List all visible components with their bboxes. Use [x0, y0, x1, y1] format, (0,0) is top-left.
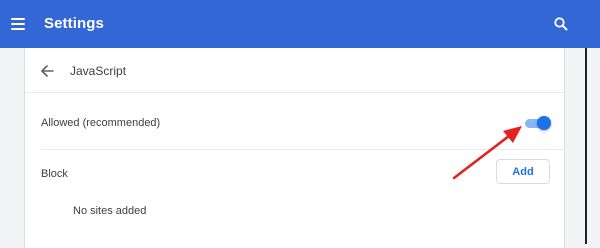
- add-block-site-button[interactable]: Add: [496, 159, 550, 184]
- javascript-allowed-toggle[interactable]: [523, 115, 551, 131]
- search-icon[interactable]: [549, 12, 573, 36]
- section-divider: [25, 92, 564, 93]
- section-divider-block: [41, 149, 565, 150]
- window-edge: [585, 48, 587, 244]
- arrow-back-icon[interactable]: [38, 61, 58, 81]
- app-header: Settings: [0, 0, 600, 48]
- allowed-label: Allowed (recommended): [41, 117, 161, 129]
- page-title: JavaScript: [70, 64, 127, 78]
- settings-card: JavaScript Allowed (recommended) Block A…: [24, 48, 565, 248]
- hamburger-menu-icon[interactable]: [6, 12, 30, 36]
- page-background-right: [585, 48, 600, 244]
- app-title: Settings: [44, 15, 104, 32]
- block-label: Block: [41, 168, 68, 180]
- toggle-knob: [537, 116, 551, 130]
- empty-list-text: No sites added: [73, 205, 147, 217]
